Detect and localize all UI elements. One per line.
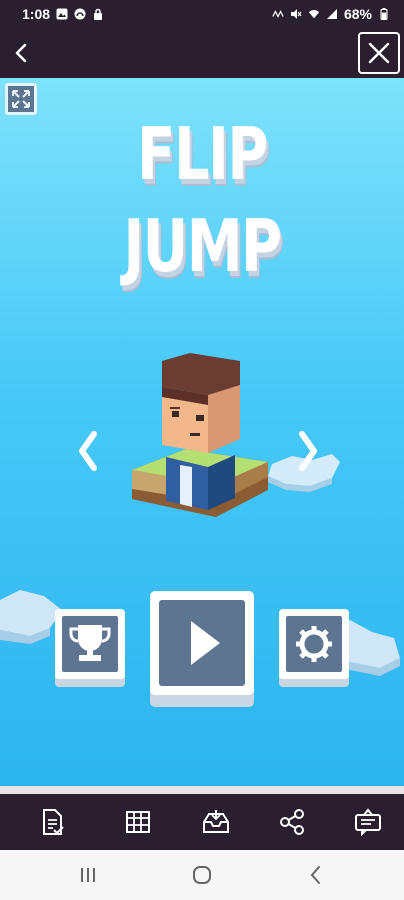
back-button[interactable]	[6, 37, 38, 69]
close-icon	[368, 42, 390, 64]
app-header	[0, 28, 404, 78]
play-button[interactable]	[150, 591, 254, 709]
wifi-icon	[308, 9, 320, 19]
game-title-line2: JUMP	[123, 204, 282, 288]
prev-character-button[interactable]	[72, 426, 106, 476]
lock-icon	[94, 8, 103, 20]
grid-icon[interactable]	[122, 806, 154, 838]
inbox-icon[interactable]	[200, 806, 232, 838]
system-nav-bar	[0, 850, 404, 900]
gallery-icon	[56, 8, 68, 20]
expand-icon	[12, 90, 30, 108]
document-icon[interactable]	[36, 806, 68, 838]
settings-button[interactable]	[279, 609, 349, 689]
chat-icon[interactable]	[352, 806, 384, 838]
status-bar: 1:08 68%	[0, 0, 404, 28]
hd-voice-icon	[272, 10, 284, 18]
gear-icon	[296, 626, 332, 662]
game-title-line1: FLIP	[137, 112, 269, 196]
status-right: 68%	[272, 6, 390, 22]
bottom-toolbar	[0, 794, 404, 850]
battery-icon	[380, 8, 388, 20]
next-character-button[interactable]	[290, 426, 324, 476]
game-canvas[interactable]: FLIP JUMP	[0, 78, 404, 786]
screen: 1:08 68% FLIP JUMP	[0, 0, 404, 900]
notification-icon	[74, 8, 86, 20]
expand-button[interactable]	[5, 83, 37, 115]
back-icon[interactable]	[304, 863, 328, 887]
battery-percent: 68%	[343, 6, 372, 22]
character-preview	[132, 353, 268, 517]
recent-apps-icon[interactable]	[76, 863, 100, 887]
toolbar-separator	[0, 786, 404, 794]
status-time: 1:08	[22, 6, 51, 22]
mute-icon	[290, 9, 302, 19]
share-icon[interactable]	[276, 806, 308, 838]
status-left: 1:08	[22, 6, 104, 22]
signal-icon	[326, 9, 337, 19]
close-button[interactable]	[358, 32, 400, 74]
leaderboard-button[interactable]	[55, 609, 125, 689]
home-icon[interactable]	[190, 863, 214, 887]
character	[162, 353, 240, 510]
